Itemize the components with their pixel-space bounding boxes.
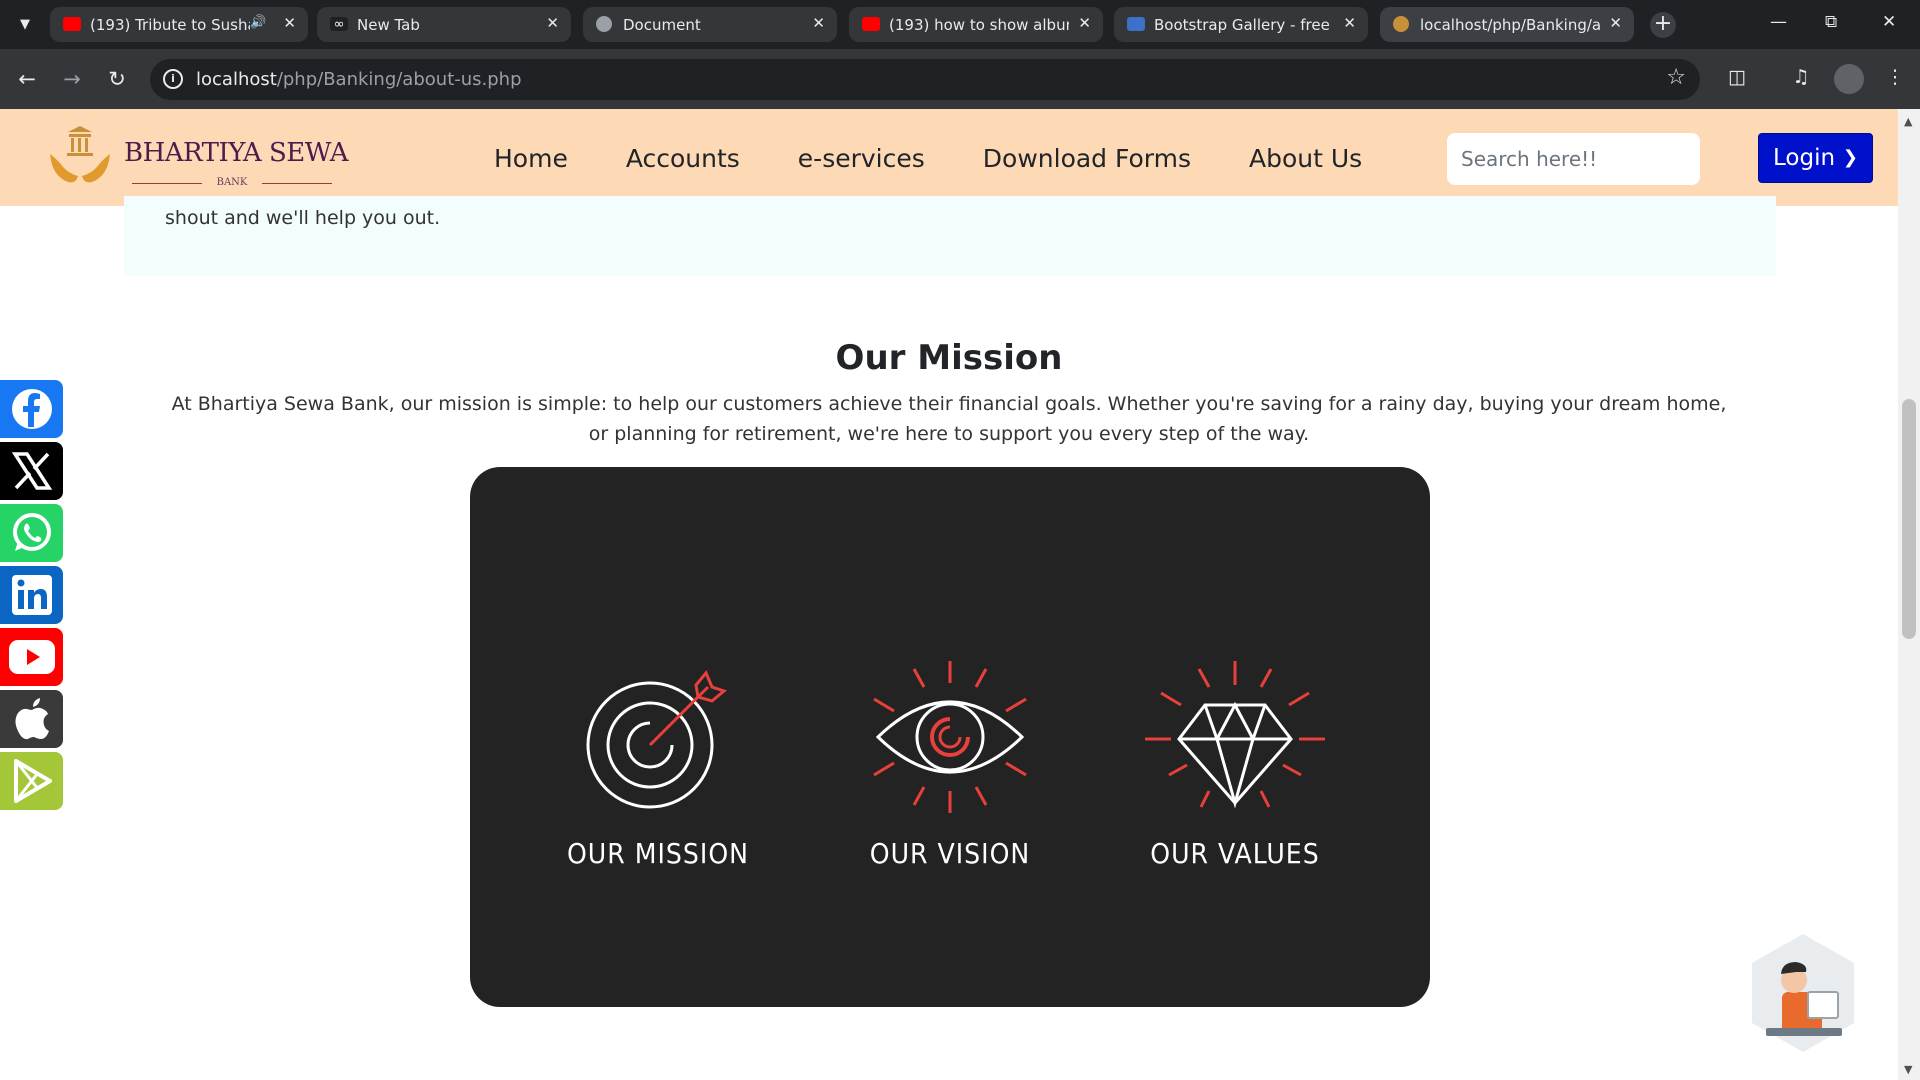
kebab-menu-icon[interactable]: ⋮	[1880, 62, 1910, 92]
url-text: localhost/php/Banking/about-us.php	[196, 69, 522, 90]
site-navbar: BHARTIYA SEWA BANK Home Accounts e-servi…	[0, 109, 1898, 206]
chatbot-widget[interactable]	[1748, 932, 1858, 1054]
tab-title: (193) Tribute to Sushan	[90, 16, 250, 34]
tab-title: (193) how to show albums	[889, 16, 1069, 34]
feature-vision: OUR VISION	[850, 657, 1050, 870]
social-sidebar	[0, 380, 63, 814]
logo-name: BHARTIYA SEWA	[124, 138, 348, 168]
chevron-down-icon: ❯	[1842, 147, 1858, 168]
tab-title: New Tab	[357, 16, 420, 34]
eye-icon	[873, 661, 1027, 813]
whatsapp-icon[interactable]	[0, 504, 63, 562]
feature-label: OUR VISION	[869, 837, 1031, 870]
help-section: shout and we'll help you out.	[124, 196, 1776, 276]
bank-hands-icon	[50, 126, 110, 183]
nav-link-accounts[interactable]: Accounts	[626, 144, 740, 173]
infinity-icon: ∞	[330, 17, 348, 32]
feature-mission: OUR MISSION	[558, 657, 758, 870]
feature-label: OUR MISSION	[566, 837, 749, 870]
main-nav: Home Accounts e-services Download Forms …	[494, 144, 1420, 173]
bank-logo-icon	[1393, 16, 1409, 32]
minimize-icon[interactable]: —	[1770, 12, 1787, 32]
close-tab-icon[interactable]: ✕	[283, 14, 296, 32]
media-control-icon[interactable]: ♫	[1786, 62, 1816, 92]
linkedin-icon[interactable]	[0, 566, 63, 624]
tab-title: Bootstrap Gallery - free ex	[1154, 16, 1334, 34]
scrollbar-thumb[interactable]	[1902, 399, 1916, 639]
youtube-icon	[862, 17, 880, 31]
speaker-icon[interactable]: 🔊	[250, 15, 266, 30]
login-dropdown-button[interactable]: Login ❯	[1758, 133, 1873, 183]
search-input[interactable]	[1447, 133, 1700, 185]
close-tab-icon[interactable]: ✕	[1078, 14, 1091, 32]
url-host: localhost	[196, 69, 277, 90]
chatbot-avatar-icon	[1752, 934, 1854, 1052]
logo-subtitle: BANK	[132, 177, 332, 188]
forward-icon[interactable]: →	[57, 64, 87, 94]
reload-icon[interactable]: ↻	[102, 64, 132, 94]
close-window-icon[interactable]: ✕	[1882, 12, 1896, 32]
nav-link-home[interactable]: Home	[494, 144, 568, 173]
login-label: Login	[1773, 145, 1836, 171]
new-tab-button[interactable]: +	[1650, 12, 1676, 38]
close-tab-icon[interactable]: ✕	[546, 14, 559, 32]
browser-tab[interactable]: Document ✕	[583, 7, 837, 42]
feature-values: OUR VALUES	[1135, 657, 1335, 870]
target-icon	[586, 670, 728, 809]
mdb-icon	[1127, 17, 1145, 31]
address-bar[interactable]: i localhost/php/Banking/about-us.php ☆	[150, 59, 1700, 100]
close-tab-icon[interactable]: ✕	[812, 14, 825, 32]
tab-title: localhost/php/Banking/ab	[1420, 16, 1600, 34]
nav-link-download-forms[interactable]: Download Forms	[983, 144, 1191, 173]
bookmark-star-icon[interactable]: ☆	[1666, 65, 1686, 90]
help-text: shout and we'll help you out.	[165, 207, 441, 229]
browser-tabstrip: ▼ (193) Tribute to Sushan 🔊 ✕ ∞ New Tab …	[0, 0, 1920, 49]
url-path: /php/Banking/about-us.php	[276, 69, 522, 90]
scroll-down-icon[interactable]: ▼	[1904, 1063, 1912, 1076]
section-title: Our Mission	[835, 338, 1063, 378]
extensions-icon[interactable]: ◫	[1722, 62, 1752, 92]
browser-toolbar: ← → ↻ i localhost/php/Banking/about-us.p…	[0, 49, 1920, 109]
diamond-icon	[1145, 661, 1325, 809]
nav-link-e-services[interactable]: e-services	[798, 144, 925, 173]
back-icon[interactable]: ←	[12, 64, 42, 94]
page-scrollbar[interactable]: ▲ ▼	[1898, 109, 1920, 1080]
browser-tab[interactable]: (193) Tribute to Sushan 🔊 ✕	[50, 7, 308, 42]
site-info-icon[interactable]: i	[163, 69, 183, 89]
apple-icon[interactable]	[0, 690, 63, 748]
scroll-up-icon[interactable]: ▲	[1904, 115, 1912, 128]
bank-logo[interactable]: BHARTIYA SEWA BANK	[46, 124, 348, 196]
browser-tab[interactable]: ∞ New Tab ✕	[317, 7, 571, 42]
tab-title: Document	[623, 16, 701, 34]
globe-icon	[596, 16, 612, 32]
profile-avatar[interactable]	[1834, 64, 1864, 94]
nav-link-about-us[interactable]: About Us	[1249, 144, 1362, 173]
browser-tab[interactable]: Bootstrap Gallery - free ex ✕	[1114, 7, 1368, 42]
close-tab-icon[interactable]: ✕	[1609, 14, 1622, 32]
mission-paragraph: At Bhartiya Sewa Bank, our mission is si…	[171, 393, 1727, 445]
tab-search-chevron-icon[interactable]: ▼	[12, 12, 38, 38]
browser-tab-active[interactable]: localhost/php/Banking/ab ✕	[1380, 7, 1634, 42]
browser-tab[interactable]: (193) how to show albums ✕	[849, 7, 1103, 42]
x-icon[interactable]	[0, 442, 63, 500]
facebook-icon[interactable]	[0, 380, 63, 438]
close-tab-icon[interactable]: ✕	[1343, 14, 1356, 32]
youtube-icon	[63, 17, 81, 31]
restore-icon[interactable]: ⧉	[1825, 12, 1837, 32]
youtube-icon[interactable]	[0, 628, 63, 686]
feature-label: OUR VALUES	[1150, 837, 1320, 870]
mission-vision-values-card: OUR MISSION OUR VISION OUR VALUES	[470, 467, 1430, 1007]
google-play-icon[interactable]	[0, 752, 63, 810]
